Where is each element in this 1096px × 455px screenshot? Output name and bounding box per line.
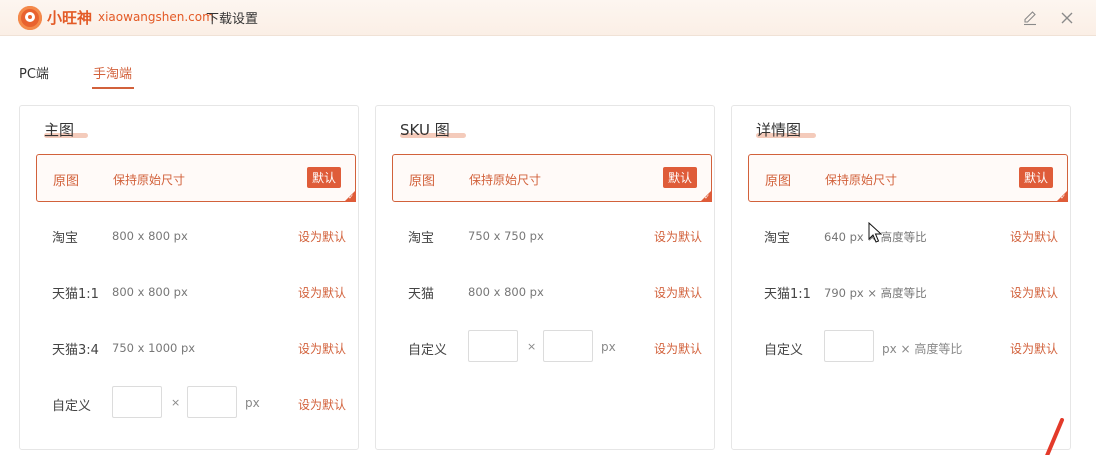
option-spec: 750 x 750 px: [468, 229, 544, 243]
panel-title: 详情图: [756, 121, 802, 139]
custom-width-input[interactable]: [824, 330, 874, 362]
custom-height-input[interactable]: [543, 330, 593, 362]
option-tmall-1-1[interactable]: 天猫1:1 790 px × 高度等比 设为默认: [748, 268, 1068, 316]
set-default-button[interactable]: 设为默认: [298, 284, 346, 301]
option-spec: 800 x 800 px: [468, 285, 544, 299]
custom-width-input[interactable]: [468, 330, 518, 362]
times-symbol: ×: [171, 396, 181, 409]
option-name: 天猫3:4: [52, 343, 99, 358]
unit-label: px: [601, 340, 616, 354]
option-name: 天猫1:1: [764, 287, 811, 302]
unit-label: px × 高度等比: [882, 342, 963, 356]
set-default-button[interactable]: 设为默认: [654, 284, 702, 301]
option-spec: 790 px × 高度等比: [824, 286, 927, 300]
brand-domain: xiaowangshen.com: [98, 10, 214, 24]
check-icon: ✓: [1060, 193, 1066, 201]
option-spec: 800 x 800 px: [112, 229, 188, 243]
edit-icon[interactable]: [1021, 9, 1039, 27]
panel-detail-image: 详情图 原图 保持原始尺寸 默认 ✓ 淘宝 640 px × 高度等比 设为默认…: [731, 105, 1071, 450]
close-icon[interactable]: [1057, 8, 1077, 28]
option-original[interactable]: 原图 保持原始尺寸 默认 ✓: [392, 154, 712, 202]
option-name: 自定义: [52, 399, 92, 414]
option-name: 淘宝: [408, 231, 435, 246]
panel-title: SKU 图: [400, 121, 450, 139]
option-spec: 800 x 800 px: [112, 285, 188, 299]
option-spec: 保持原始尺寸: [469, 173, 542, 187]
panel-main-image: 主图 原图 保持原始尺寸 默认 ✓ 淘宝 800 x 800 px 设为默认 天…: [19, 105, 359, 450]
option-spec: 保持原始尺寸: [825, 173, 898, 187]
tab-pc[interactable]: PC端: [19, 63, 49, 82]
logo-icon: [18, 6, 42, 30]
option-tmall-1-1[interactable]: 天猫1:1 800 x 800 px 设为默认: [36, 268, 356, 316]
tab-mobile-taobao[interactable]: 手淘端: [93, 63, 132, 82]
option-name: 淘宝: [52, 231, 79, 246]
option-taobao[interactable]: 淘宝 800 x 800 px 设为默认: [36, 212, 356, 260]
set-default-button[interactable]: 设为默认: [298, 396, 346, 413]
option-name: 原图: [409, 174, 436, 189]
active-tab-indicator: [92, 87, 134, 89]
option-name: 自定义: [408, 343, 448, 358]
set-default-button[interactable]: 设为默认: [1010, 340, 1058, 357]
option-original[interactable]: 原图 保持原始尺寸 默认 ✓: [36, 154, 356, 202]
mouse-cursor-icon: [868, 222, 882, 243]
option-name: 淘宝: [764, 231, 791, 246]
option-name: 天猫: [408, 287, 435, 302]
set-default-button[interactable]: 设为默认: [1010, 284, 1058, 301]
panel-sku-image: SKU 图 原图 保持原始尺寸 默认 ✓ 淘宝 750 x 750 px 设为默…: [375, 105, 715, 450]
option-taobao[interactable]: 淘宝 640 px × 高度等比 设为默认: [748, 212, 1068, 260]
option-original[interactable]: 原图 保持原始尺寸 默认 ✓: [748, 154, 1068, 202]
set-default-button[interactable]: 设为默认: [654, 228, 702, 245]
brand-name: 小旺神: [47, 9, 93, 27]
set-default-button[interactable]: 设为默认: [1010, 228, 1058, 245]
option-custom[interactable]: 自定义 × px 设为默认: [36, 380, 356, 428]
option-name: 原图: [765, 174, 792, 189]
option-spec: 保持原始尺寸: [113, 173, 186, 187]
option-taobao[interactable]: 淘宝 750 x 750 px 设为默认: [392, 212, 712, 260]
check-icon: ✓: [704, 193, 710, 201]
option-name: 原图: [53, 174, 80, 189]
option-tmall-3-4[interactable]: 天猫3:4 750 x 1000 px 设为默认: [36, 324, 356, 372]
option-name: 天猫1:1: [52, 287, 99, 302]
custom-height-input[interactable]: [187, 386, 237, 418]
unit-label: px: [245, 396, 260, 410]
default-badge: 默认: [662, 167, 697, 188]
title-bar: 小旺神 xiaowangshen.com 下载设置: [0, 0, 1096, 36]
option-tmall[interactable]: 天猫 800 x 800 px 设为默认: [392, 268, 712, 316]
panel-title: 主图: [44, 121, 75, 139]
times-symbol: ×: [527, 340, 537, 353]
option-custom[interactable]: 自定义 px × 高度等比 设为默认: [748, 324, 1068, 372]
set-default-button[interactable]: 设为默认: [654, 340, 702, 357]
default-badge: 默认: [1018, 167, 1053, 188]
window-title: 下载设置: [206, 12, 259, 27]
annotation-stroke: [1045, 418, 1064, 455]
default-badge: 默认: [306, 167, 341, 188]
custom-width-input[interactable]: [112, 386, 162, 418]
option-name: 自定义: [764, 343, 804, 358]
set-default-button[interactable]: 设为默认: [298, 340, 346, 357]
option-spec: 750 x 1000 px: [112, 341, 196, 355]
set-default-button[interactable]: 设为默认: [298, 228, 346, 245]
check-icon: ✓: [348, 193, 354, 201]
option-custom[interactable]: 自定义 × px 设为默认: [392, 324, 712, 372]
